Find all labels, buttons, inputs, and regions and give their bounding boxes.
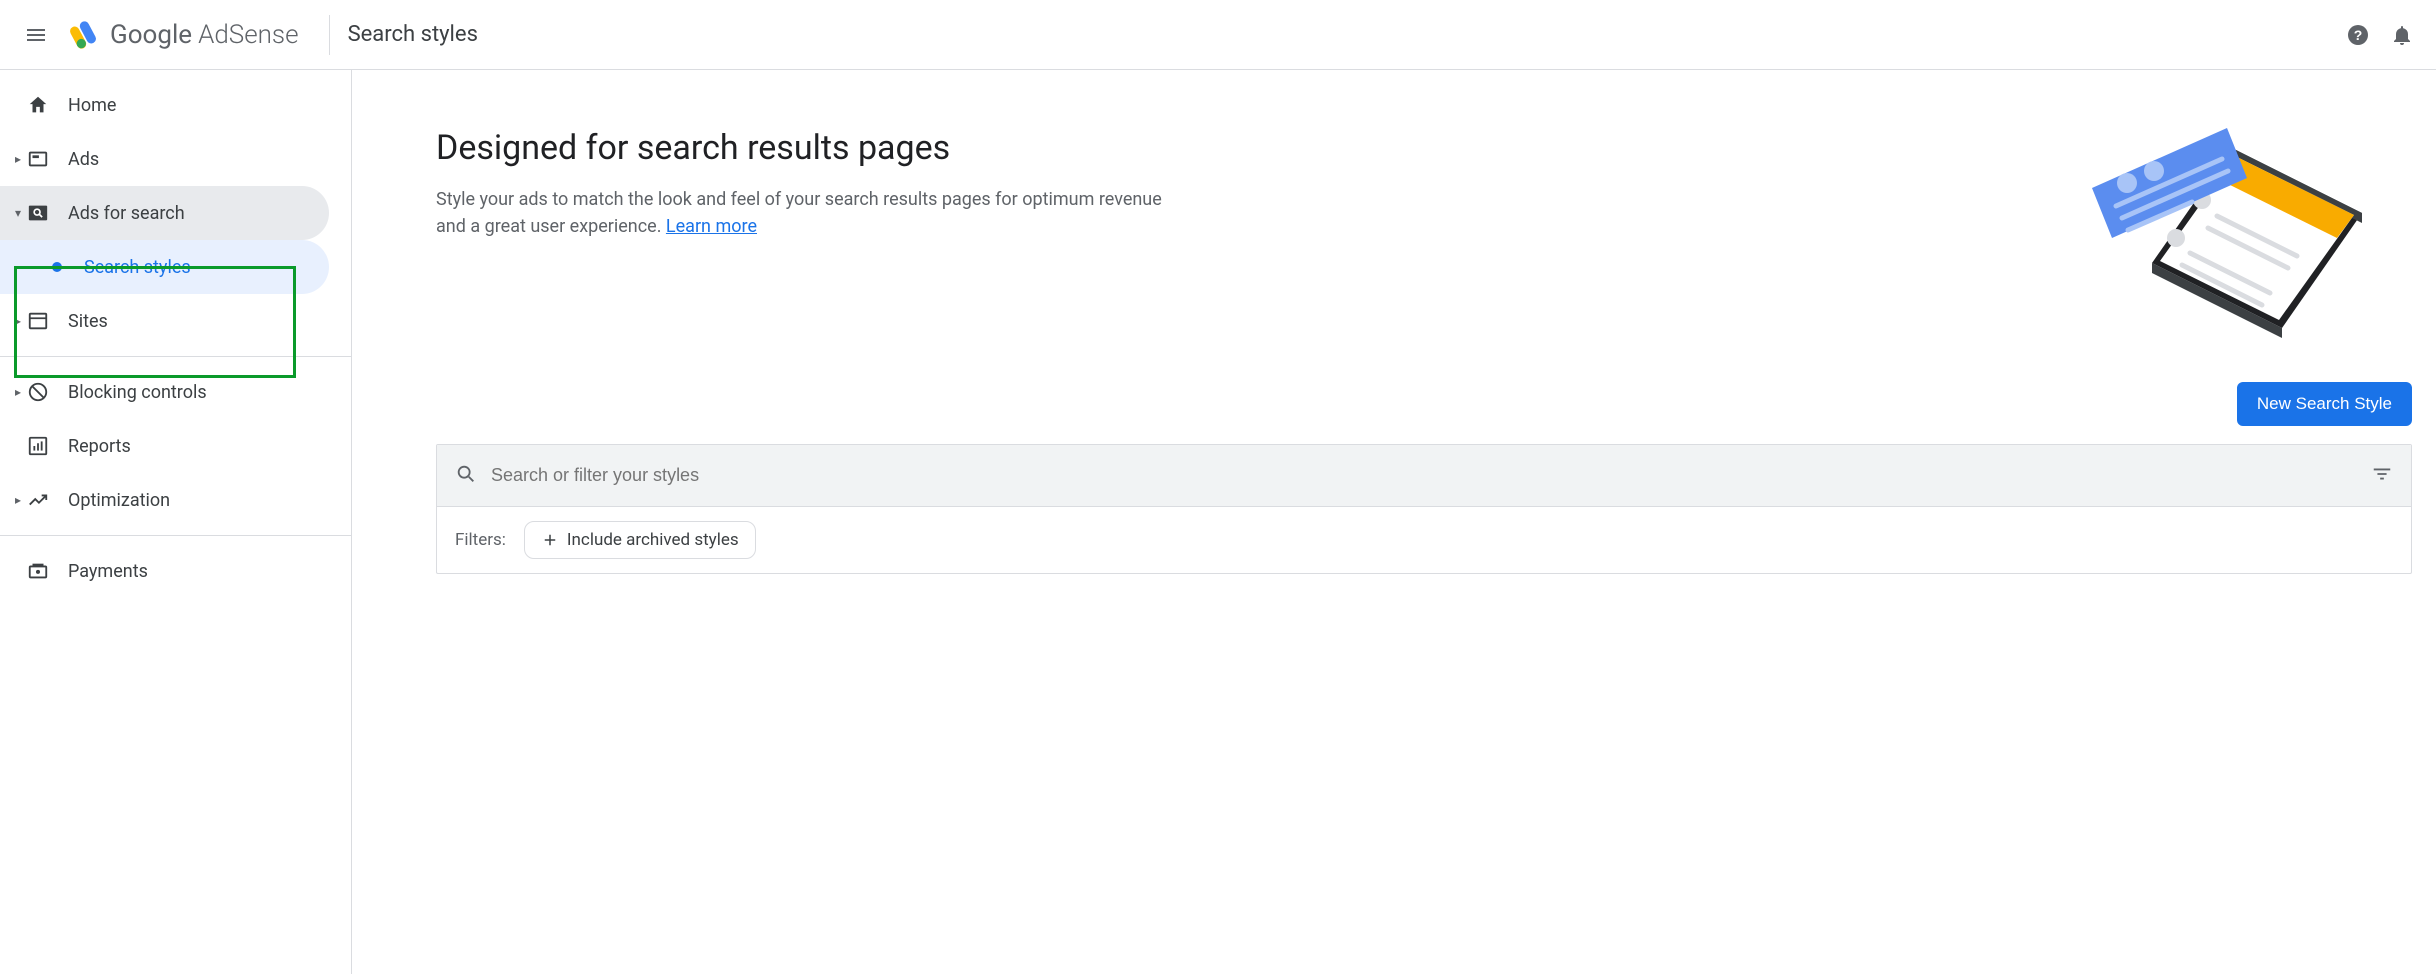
brand-product: AdSense (198, 20, 298, 50)
brand-google: Google (110, 20, 192, 50)
learn-more-link[interactable]: Learn more (666, 216, 757, 237)
hero-body: Style your ads to match the look and fee… (436, 186, 1196, 240)
filters-label: Filters: (455, 530, 506, 550)
sites-icon (26, 309, 50, 333)
chip-include-archived[interactable]: Include archived styles (524, 521, 756, 559)
plus-icon (541, 531, 559, 549)
search-input[interactable] (491, 465, 2371, 486)
sidebar-label: Sites (68, 311, 108, 332)
sidebar-label: Ads (68, 149, 99, 170)
sidebar-label: Payments (68, 561, 148, 582)
sidebar-item-ads-for-search[interactable]: ▾ Ads for search (0, 186, 329, 240)
help-icon[interactable]: ? (2336, 13, 2380, 57)
sidebar-item-search-styles[interactable]: Search styles (0, 240, 329, 294)
home-icon (26, 93, 50, 117)
chevron-right-icon: ▸ (12, 493, 24, 507)
sidebar-item-reports[interactable]: Reports (0, 419, 329, 473)
chevron-right-icon: ▸ (12, 152, 24, 166)
chevron-right-icon: ▸ (12, 314, 24, 328)
divider (0, 535, 351, 536)
sidebar-label: Home (68, 95, 116, 116)
page-title: Search styles (348, 22, 478, 47)
adsense-icon (66, 18, 100, 52)
chevron-down-icon: ▾ (12, 206, 24, 220)
menu-icon[interactable] (12, 11, 60, 59)
svg-text:?: ? (2354, 27, 2363, 43)
search-ads-icon (26, 201, 50, 225)
sidebar-item-sites[interactable]: ▸ Sites (0, 294, 329, 348)
brand-text: Google AdSense (110, 20, 299, 50)
app-header: Google AdSense Search styles ? (0, 0, 2436, 70)
payments-icon (26, 559, 50, 583)
sidebar-item-blocking-controls[interactable]: ▸ Blocking controls (0, 365, 329, 419)
chevron-right-icon: ▸ (12, 385, 24, 399)
reports-icon (26, 434, 50, 458)
filters-row: Filters: Include archived styles (437, 507, 2411, 573)
hero-title: Designed for search results pages (436, 128, 1196, 168)
blocking-icon (26, 380, 50, 404)
styles-panel: Filters: Include archived styles (436, 444, 2412, 574)
chip-label: Include archived styles (567, 530, 739, 550)
hero: Designed for search results pages Style … (436, 128, 2412, 342)
ads-icon (26, 147, 50, 171)
sidebar-label: Ads for search (68, 203, 185, 224)
hero-illustration (2082, 128, 2392, 342)
optimization-icon (26, 488, 50, 512)
active-dot-icon (52, 262, 62, 272)
main-content: Designed for search results pages Style … (352, 70, 2436, 974)
search-bar (437, 445, 2411, 507)
divider (329, 15, 330, 55)
notifications-icon[interactable] (2380, 13, 2424, 57)
sidebar-label: Reports (68, 436, 131, 457)
sidebar-item-optimization[interactable]: ▸ Optimization (0, 473, 329, 527)
search-icon (455, 463, 477, 489)
sidebar-item-payments[interactable]: Payments (0, 544, 329, 598)
sidebar-label: Blocking controls (68, 382, 207, 403)
sidebar: Home ▸ Ads ▾ Ads for search Search style… (0, 70, 352, 974)
sidebar-item-ads[interactable]: ▸ Ads (0, 132, 329, 186)
brand-logo[interactable]: Google AdSense (60, 18, 311, 52)
sidebar-label: Optimization (68, 490, 170, 511)
sidebar-label: Search styles (84, 257, 191, 278)
sidebar-item-home[interactable]: Home (0, 78, 329, 132)
new-search-style-button[interactable]: New Search Style (2237, 382, 2412, 426)
divider (0, 356, 351, 357)
filter-list-icon[interactable] (2371, 463, 2393, 489)
